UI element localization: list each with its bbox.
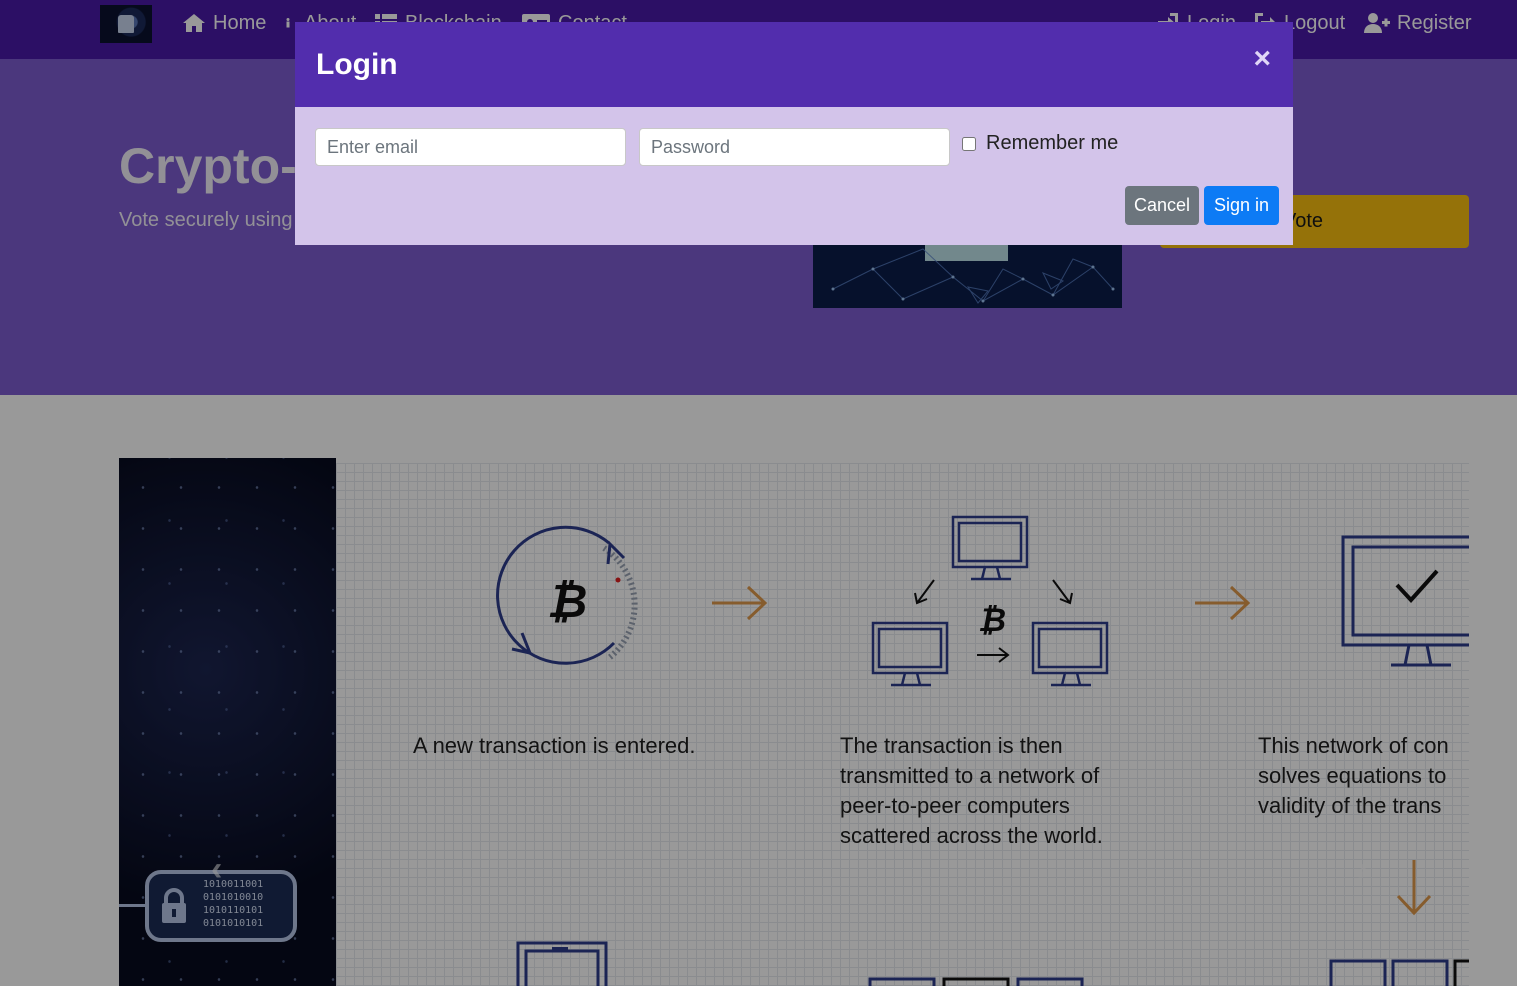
- modal-header: Login ×: [295, 22, 1293, 107]
- cancel-button[interactable]: Cancel: [1125, 186, 1199, 225]
- remember-me[interactable]: Remember me: [962, 132, 1118, 155]
- email-field[interactable]: [315, 128, 626, 166]
- remember-me-checkbox[interactable]: [962, 136, 976, 151]
- modal-title: Login: [316, 48, 398, 81]
- modal-body: Remember me Cancel Sign in: [295, 107, 1293, 245]
- remember-me-label: Remember me: [986, 132, 1119, 154]
- password-field[interactable]: [639, 128, 950, 166]
- sign-in-button[interactable]: Sign in: [1204, 186, 1279, 225]
- login-modal: Login × Remember me Cancel Sign in: [295, 22, 1293, 245]
- close-icon[interactable]: ×: [1253, 44, 1271, 74]
